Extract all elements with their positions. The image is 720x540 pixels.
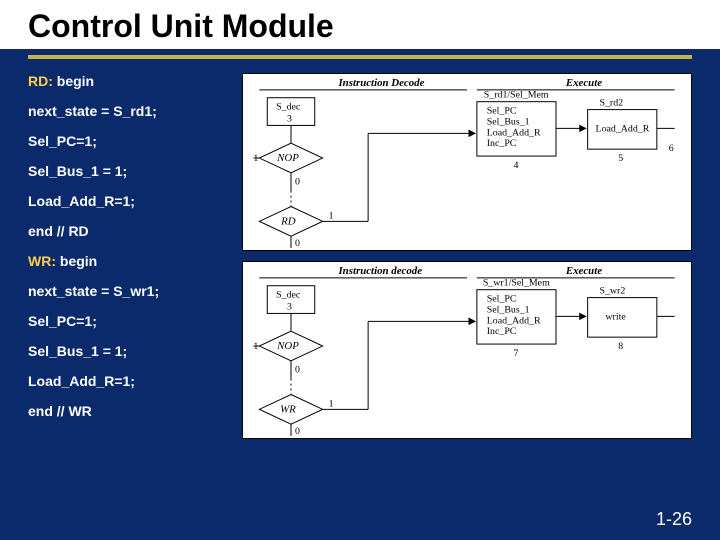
code-line: Load_Add_R=1; bbox=[28, 193, 228, 209]
svg-text:NOP: NOP bbox=[276, 152, 299, 164]
svg-text:S_wr2: S_wr2 bbox=[599, 286, 625, 297]
diagram-column: Instruction Decode Execute S_dec 3 NOP 1 bbox=[242, 73, 692, 439]
code-line: WR: begin bbox=[28, 253, 228, 269]
code-block: RD: begin next_state = S_rd1; Sel_PC=1; … bbox=[28, 73, 228, 439]
svg-text:Sel_PC: Sel_PC bbox=[487, 106, 517, 117]
svg-text:S_wr1/Sel_Mem: S_wr1/Sel_Mem bbox=[483, 278, 550, 289]
header-right: Execute bbox=[565, 265, 602, 277]
keyword: RD: bbox=[28, 73, 53, 89]
title-bar: Control Unit Module bbox=[0, 0, 720, 49]
svg-text:Load_Add_R: Load_Add_R bbox=[487, 315, 541, 326]
svg-text:write: write bbox=[605, 311, 626, 322]
page-title: Control Unit Module bbox=[28, 8, 692, 45]
svg-text:S_dec: S_dec bbox=[276, 290, 301, 301]
svg-text:NOP: NOP bbox=[276, 340, 299, 352]
code-line: Sel_Bus_1 = 1; bbox=[28, 163, 228, 179]
code-line: end // RD bbox=[28, 223, 228, 239]
svg-text:0: 0 bbox=[295, 426, 300, 437]
page-number: 1-26 bbox=[656, 509, 692, 530]
svg-text:3: 3 bbox=[287, 301, 292, 312]
svg-text:Inc_PC: Inc_PC bbox=[487, 138, 517, 149]
code-line: Sel_Bus_1 = 1; bbox=[28, 343, 228, 359]
svg-text:4: 4 bbox=[513, 160, 518, 171]
svg-text:WR: WR bbox=[280, 403, 296, 415]
svg-text:S_dec: S_dec bbox=[276, 102, 301, 113]
svg-text:Sel_Bus_1: Sel_Bus_1 bbox=[487, 304, 530, 315]
svg-text:Load_Add_R: Load_Add_R bbox=[596, 123, 650, 134]
slide-body: RD: begin next_state = S_rd1; Sel_PC=1; … bbox=[28, 73, 692, 439]
flowchart-rd: Instruction Decode Execute S_dec 3 NOP 1 bbox=[242, 73, 692, 251]
code-line: Load_Add_R=1; bbox=[28, 373, 228, 389]
code-line: end // WR bbox=[28, 403, 228, 419]
flowchart-wr: Instruction decode Execute S_dec 3 NOP 1… bbox=[242, 261, 692, 439]
svg-text:S_rd1/Sel_Mem: S_rd1/Sel_Mem bbox=[484, 90, 549, 101]
svg-text:Load_Add_R: Load_Add_R bbox=[487, 127, 541, 138]
svg-text:5: 5 bbox=[618, 153, 623, 164]
code-line: Sel_PC=1; bbox=[28, 313, 228, 329]
header-left: Instruction decode bbox=[337, 265, 422, 277]
svg-text:1: 1 bbox=[329, 398, 334, 409]
svg-text:0: 0 bbox=[295, 238, 300, 249]
svg-text:Sel_Bus_1: Sel_Bus_1 bbox=[487, 116, 530, 127]
code-line: Sel_PC=1; bbox=[28, 133, 228, 149]
slide: Control Unit Module RD: begin next_state… bbox=[0, 0, 720, 540]
svg-text:S_rd2: S_rd2 bbox=[599, 98, 623, 109]
keyword: WR: bbox=[28, 253, 56, 269]
svg-text:7: 7 bbox=[513, 348, 518, 359]
svg-text:3: 3 bbox=[287, 113, 292, 124]
svg-text:1: 1 bbox=[329, 210, 334, 221]
svg-text:8: 8 bbox=[618, 341, 623, 352]
svg-text:0: 0 bbox=[295, 177, 300, 188]
code-line: next_state = S_rd1; bbox=[28, 103, 228, 119]
svg-text:RD: RD bbox=[280, 215, 296, 227]
svg-text:0: 0 bbox=[295, 365, 300, 376]
header-left: Instruction Decode bbox=[337, 77, 424, 89]
svg-text:Inc_PC: Inc_PC bbox=[487, 326, 517, 337]
svg-text:6: 6 bbox=[669, 143, 674, 154]
svg-text:Sel_PC: Sel_PC bbox=[487, 294, 517, 305]
code-line: RD: begin bbox=[28, 73, 228, 89]
code-line: next_state = S_wr1; bbox=[28, 283, 228, 299]
gold-rule bbox=[28, 55, 692, 59]
header-right: Execute bbox=[565, 77, 602, 89]
